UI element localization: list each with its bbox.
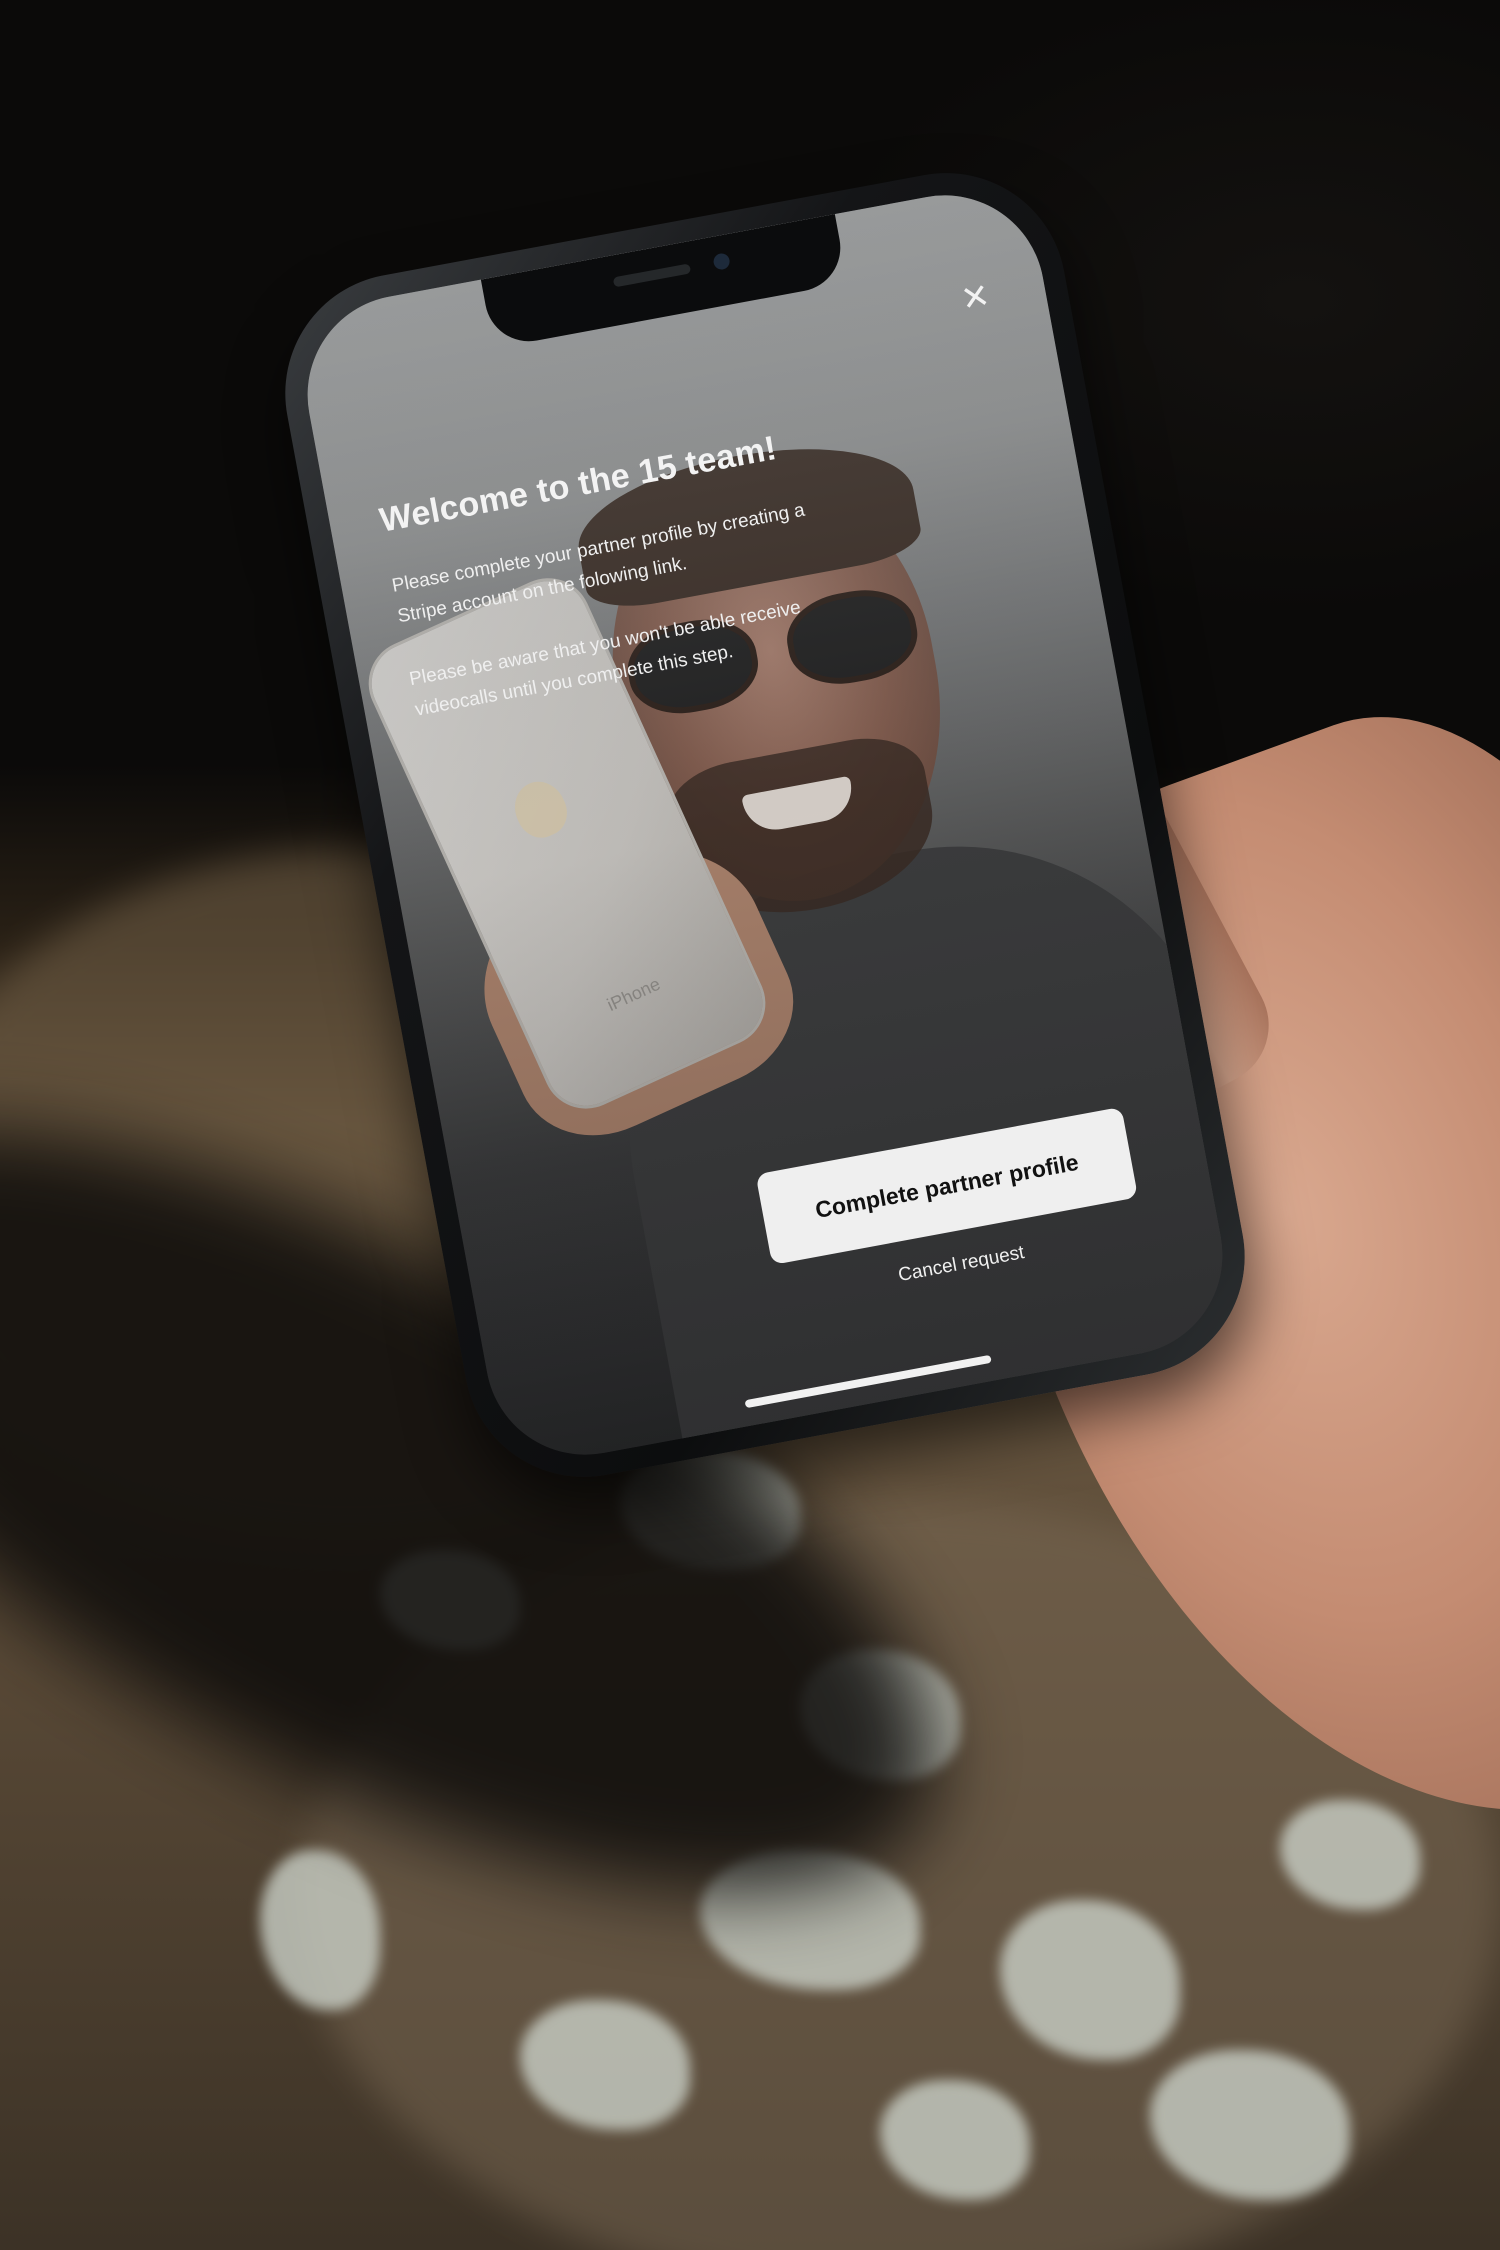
close-icon[interactable]: ✕ xyxy=(952,275,999,322)
front-camera-icon xyxy=(712,252,731,271)
speaker-icon xyxy=(612,263,692,288)
photo-scene: iPhone ✕ Welcome to the 15 team! Please … xyxy=(0,0,1500,2250)
